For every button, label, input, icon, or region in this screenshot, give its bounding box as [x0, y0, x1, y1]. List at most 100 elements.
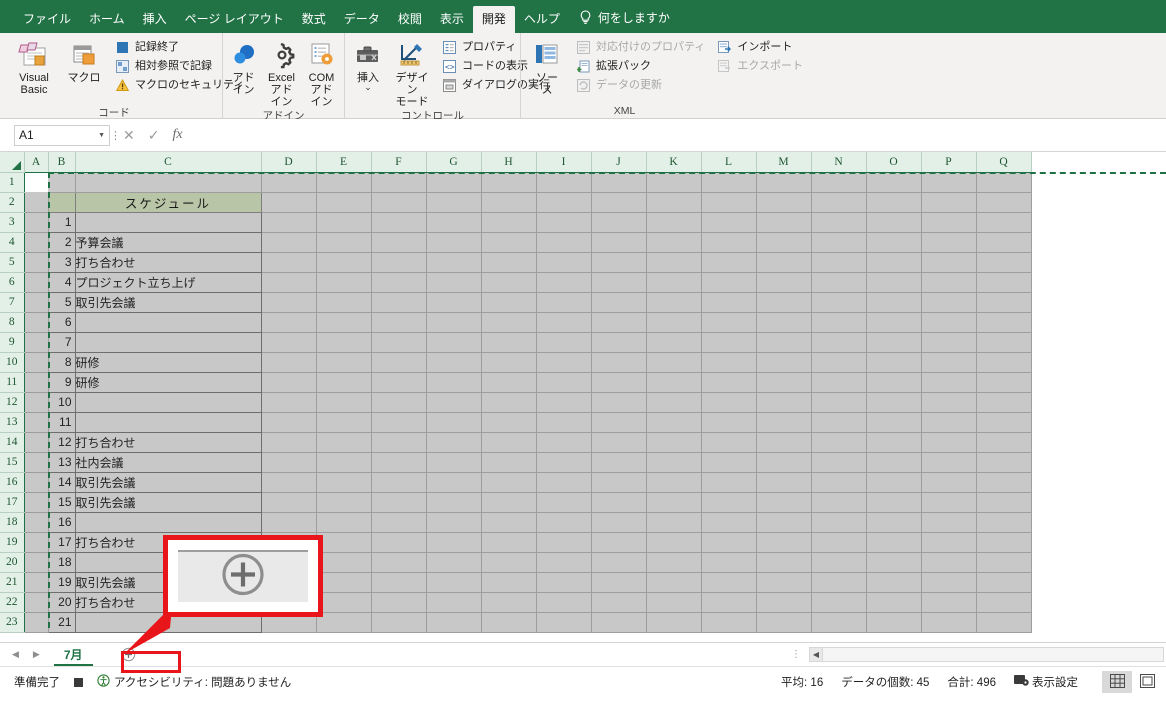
- cell-N23[interactable]: [811, 612, 867, 633]
- cell-N17[interactable]: [811, 492, 867, 513]
- cell-I2[interactable]: [536, 192, 592, 213]
- row-header-21[interactable]: 21: [0, 572, 25, 593]
- cell-M20[interactable]: [756, 552, 812, 573]
- cell-E23[interactable]: [316, 612, 372, 633]
- cell-E13[interactable]: [316, 412, 372, 433]
- cell-F5[interactable]: [371, 252, 427, 273]
- cell-J15[interactable]: [591, 452, 647, 473]
- cell-H18[interactable]: [481, 512, 537, 533]
- cell-F4[interactable]: [371, 232, 427, 253]
- visual-basic-button[interactable]: Visual Basic: [12, 38, 56, 96]
- cell-M6[interactable]: [756, 272, 812, 293]
- cell-O4[interactable]: [866, 232, 922, 253]
- cell-H3[interactable]: [481, 212, 537, 233]
- cell-A15[interactable]: [24, 452, 49, 473]
- cell-C16[interactable]: 取引先会議: [74, 471, 262, 493]
- cell-L6[interactable]: [701, 272, 757, 293]
- row-header-9[interactable]: 9: [0, 332, 25, 353]
- cell-K10[interactable]: [646, 352, 702, 373]
- cell-P19[interactable]: [921, 532, 977, 553]
- cell-M10[interactable]: [756, 352, 812, 373]
- cell-I11[interactable]: [536, 372, 592, 393]
- cell-J10[interactable]: [591, 352, 647, 373]
- cell-P21[interactable]: [921, 572, 977, 593]
- add-ins-button[interactable]: アド イン: [228, 38, 260, 96]
- cell-B23[interactable]: 21: [47, 611, 76, 633]
- column-header-B[interactable]: B: [48, 152, 76, 173]
- column-header-E[interactable]: E: [316, 152, 372, 173]
- row-header-12[interactable]: 12: [0, 392, 25, 413]
- cell-G16[interactable]: [426, 472, 482, 493]
- cell-D2[interactable]: [261, 192, 317, 213]
- cell-C2[interactable]: スケジュール: [74, 191, 262, 213]
- cell-C5[interactable]: 打ち合わせ: [74, 251, 262, 273]
- cell-Q8[interactable]: [976, 312, 1032, 333]
- cell-H7[interactable]: [481, 292, 537, 313]
- cell-K3[interactable]: [646, 212, 702, 233]
- cell-L16[interactable]: [701, 472, 757, 493]
- row-header-11[interactable]: 11: [0, 372, 25, 393]
- cell-A1[interactable]: [24, 172, 49, 193]
- cell-G1[interactable]: [426, 172, 482, 193]
- cell-C14[interactable]: 打ち合わせ: [74, 431, 262, 453]
- cell-Q7[interactable]: [976, 292, 1032, 313]
- cell-I4[interactable]: [536, 232, 592, 253]
- cell-L12[interactable]: [701, 392, 757, 413]
- cell-J2[interactable]: [591, 192, 647, 213]
- cell-B7[interactable]: 5: [47, 291, 76, 313]
- export-button[interactable]: エクスポート: [714, 58, 806, 75]
- cell-G22[interactable]: [426, 592, 482, 613]
- cell-I9[interactable]: [536, 332, 592, 353]
- chevron-left-icon[interactable]: ◀: [12, 649, 19, 660]
- cell-E2[interactable]: [316, 192, 372, 213]
- cell-F16[interactable]: [371, 472, 427, 493]
- cell-A11[interactable]: [24, 372, 49, 393]
- cell-B4[interactable]: 2: [47, 231, 76, 253]
- row-header-18[interactable]: 18: [0, 512, 25, 533]
- cell-M1[interactable]: [756, 172, 812, 193]
- cell-H22[interactable]: [481, 592, 537, 613]
- ribbon-tab-8[interactable]: 開発: [472, 6, 515, 33]
- cell-H17[interactable]: [481, 492, 537, 513]
- cancel-icon[interactable]: ✕: [123, 127, 135, 144]
- cell-B17[interactable]: 15: [47, 491, 76, 513]
- cell-E21[interactable]: [316, 572, 372, 593]
- cell-E12[interactable]: [316, 392, 372, 413]
- column-header-H[interactable]: H: [481, 152, 537, 173]
- row-header-7[interactable]: 7: [0, 292, 25, 313]
- cell-E15[interactable]: [316, 452, 372, 473]
- cell-B10[interactable]: 8: [47, 351, 76, 373]
- cell-P11[interactable]: [921, 372, 977, 393]
- cell-I17[interactable]: [536, 492, 592, 513]
- cell-C8[interactable]: [74, 311, 262, 333]
- cell-L15[interactable]: [701, 452, 757, 473]
- cell-M11[interactable]: [756, 372, 812, 393]
- cell-K17[interactable]: [646, 492, 702, 513]
- cell-D15[interactable]: [261, 452, 317, 473]
- ribbon-tab-5[interactable]: データ: [335, 6, 389, 33]
- cell-B9[interactable]: 7: [47, 331, 76, 353]
- cell-O2[interactable]: [866, 192, 922, 213]
- cell-J17[interactable]: [591, 492, 647, 513]
- cell-A6[interactable]: [24, 272, 49, 293]
- cell-I18[interactable]: [536, 512, 592, 533]
- row-header-5[interactable]: 5: [0, 252, 25, 273]
- cell-B8[interactable]: 6: [47, 311, 76, 333]
- cell-K19[interactable]: [646, 532, 702, 553]
- name-box[interactable]: A1 ▼: [14, 124, 110, 146]
- cell-Q23[interactable]: [976, 612, 1032, 633]
- cell-I7[interactable]: [536, 292, 592, 313]
- cell-A19[interactable]: [24, 532, 49, 553]
- cell-M18[interactable]: [756, 512, 812, 533]
- ribbon-tab-1[interactable]: ホーム: [80, 6, 134, 33]
- cell-H19[interactable]: [481, 532, 537, 553]
- cell-O10[interactable]: [866, 352, 922, 373]
- cell-E17[interactable]: [316, 492, 372, 513]
- cell-D9[interactable]: [261, 332, 317, 353]
- cell-A16[interactable]: [24, 472, 49, 493]
- cell-D3[interactable]: [261, 212, 317, 233]
- accessibility-status[interactable]: アクセシビリティ: 問題ありません: [97, 674, 291, 690]
- cell-E20[interactable]: [316, 552, 372, 573]
- cell-Q16[interactable]: [976, 472, 1032, 493]
- cell-P8[interactable]: [921, 312, 977, 333]
